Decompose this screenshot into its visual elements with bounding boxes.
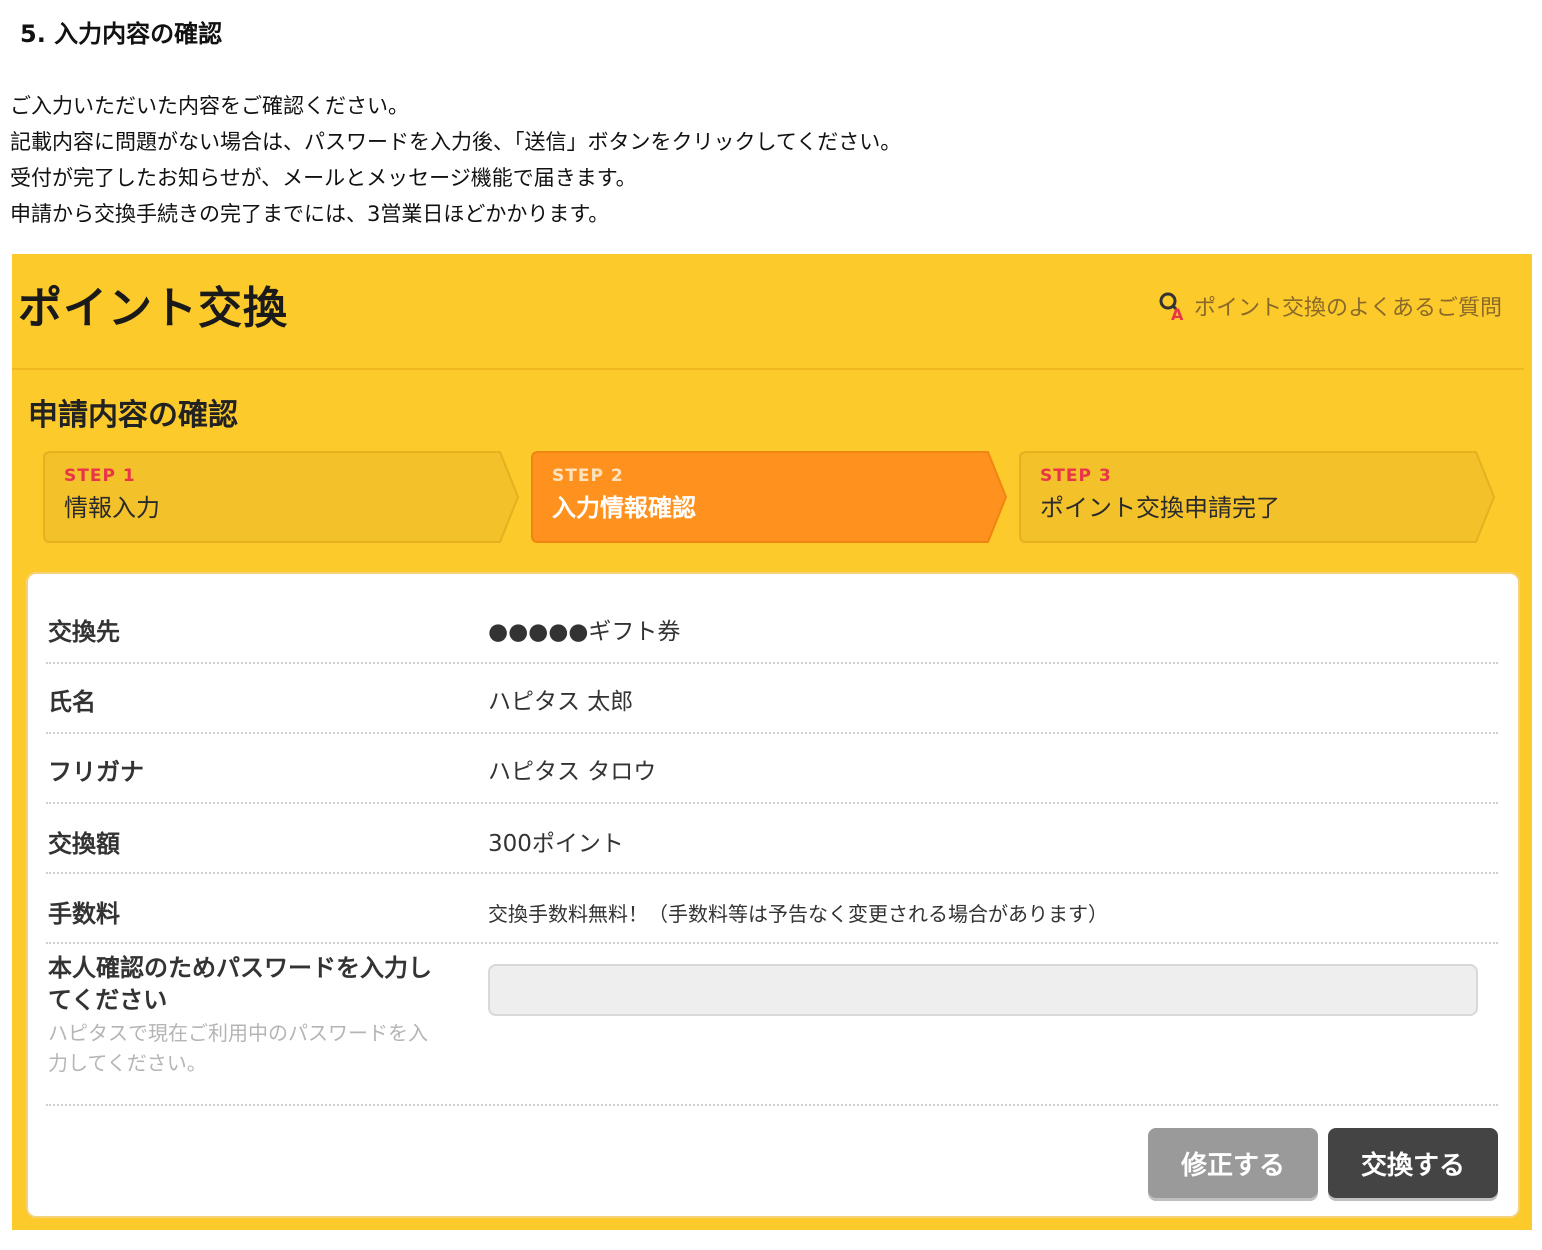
section-title: 5. 入力内容の確認 [20,20,223,48]
step-number: STEP 1 [64,466,136,486]
step-1: STEP 1 情報入力 [42,450,520,544]
row-fee: 手数料 交換手数料無料！（手数料等は予告なく変更される場合があります） [46,872,1498,944]
row-label: 手数料 [48,900,120,928]
qa-icon: A [1158,291,1186,324]
row-password: 本人確認のためパスワードを入力してください ハピタスで現在ご利用中のパスワードを… [46,942,1498,1106]
step-indicator: STEP 1 情報入力 STEP 2 入力情報確認 STEP 3 ポイント交換申… [42,450,1502,546]
row-label: フリガナ [48,758,144,786]
step-3: STEP 3 ポイント交換申請完了 [1018,450,1496,544]
intro-line: 申請から交換手続きの完了までには、3営業日ほどかかります。 [10,202,610,226]
panel-title: ポイント交換 [18,283,288,334]
row-label: 交換先 [48,618,120,646]
row-furigana: フリガナ ハピタス タロウ [46,732,1498,804]
confirmation-card: 交換先 ●●●●●ギフト券 氏名 ハピタス 太郎 フリガナ ハピタス タロウ 交… [26,572,1520,1218]
faq-link-label: ポイント交換のよくあるご質問 [1193,296,1502,321]
faq-link[interactable]: A ポイント交換のよくあるご質問 [1158,290,1502,324]
row-value: 300ポイント [488,831,624,857]
row-name: 氏名 ハピタス 太郎 [46,662,1498,734]
step-label: ポイント交換申請完了 [1040,494,1280,522]
row-value: ハピタス 太郎 [488,689,634,715]
intro-text: ご入力いただいた内容をご確認ください。 記載内容に問題がない場合は、パスワードを… [10,88,901,232]
sub-title: 申請内容の確認 [28,398,238,433]
panel-divider [12,368,1524,370]
password-hint: ハピタスで現在ご利用中のパスワードを入力してください。 [48,1021,428,1075]
row-amount: 交換額 300ポイント [46,802,1498,874]
step-number: STEP 3 [1040,466,1112,486]
row-value: ●●●●●ギフト券 [488,619,681,645]
intro-line: ご入力いただいた内容をご確認ください。 [10,94,409,118]
row-value: ハピタス タロウ [488,759,657,785]
row-label: 交換額 [48,830,120,858]
password-label: 本人確認のためパスワードを入力してください [48,954,432,1014]
exchange-button[interactable]: 交換する [1328,1128,1498,1198]
row-value: 交換手数料無料！（手数料等は予告なく変更される場合があります） [488,902,1108,926]
password-input[interactable] [488,964,1478,1016]
step-2: STEP 2 入力情報確認 [530,450,1008,544]
step-number: STEP 2 [552,466,624,486]
point-exchange-panel: ポイント交換 A ポイント交換のよくあるご質問 申請内容の確認 STEP 1 情… [12,254,1532,1230]
row-destination: 交換先 ●●●●●ギフト券 [46,590,1498,664]
row-label: 氏名 [48,688,96,716]
step-label: 情報入力 [64,494,160,522]
intro-line: 受付が完了したお知らせが、メールとメッセージ機能で届きます。 [10,166,637,190]
intro-line: 記載内容に問題がない場合は、パスワードを入力後、「送信」ボタンをクリックしてくだ… [10,130,902,154]
svg-text:A: A [1171,305,1184,321]
step-label: 入力情報確認 [552,494,696,522]
edit-button[interactable]: 修正する [1148,1128,1318,1198]
